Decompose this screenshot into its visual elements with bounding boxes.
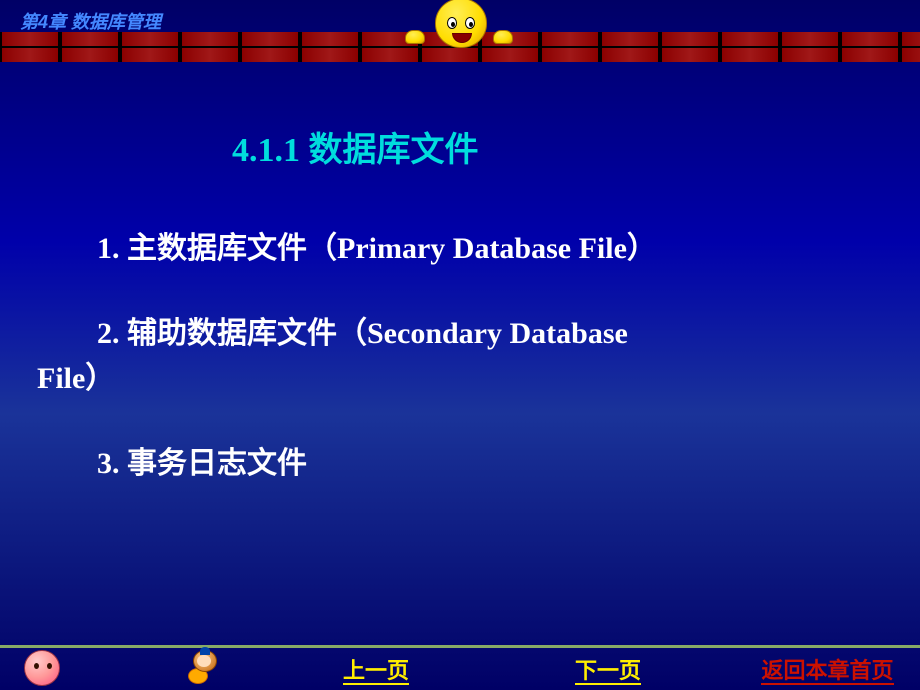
chapter-title: 第4章 数据库管理 [20, 8, 161, 34]
return-home-label: 返回本章首页 [761, 658, 893, 685]
slide-content: 4.1.1 数据库文件 1. 主数据库文件（Primary Database F… [0, 62, 920, 486]
pink-face-icon [24, 650, 60, 686]
monkey-icon [178, 648, 226, 688]
list-item-1: 1. 主数据库文件（Primary Database File） [37, 226, 880, 271]
next-page-label: 下一页 [575, 658, 641, 685]
list-item-2: 2. 辅助数据库文件（Secondary Database File） [37, 311, 880, 401]
footer-divider [0, 645, 920, 648]
list-item-3: 3. 事务日志文件 [37, 441, 880, 486]
footer-nav: 上一页 下一页 返回本章首页 [0, 642, 920, 690]
next-page-button[interactable]: 下一页 [528, 656, 688, 686]
section-heading: 4.1.1 数据库文件 [232, 122, 880, 171]
return-home-button[interactable]: 返回本章首页 [740, 656, 915, 686]
prev-page-button[interactable]: 上一页 [296, 656, 456, 686]
prev-page-label: 上一页 [343, 658, 409, 685]
body-text: 1. 主数据库文件（Primary Database File） 2. 辅助数据… [37, 226, 880, 486]
header-bar: 第4章 数据库管理 [0, 0, 920, 62]
peeking-face-icon [405, 0, 515, 66]
